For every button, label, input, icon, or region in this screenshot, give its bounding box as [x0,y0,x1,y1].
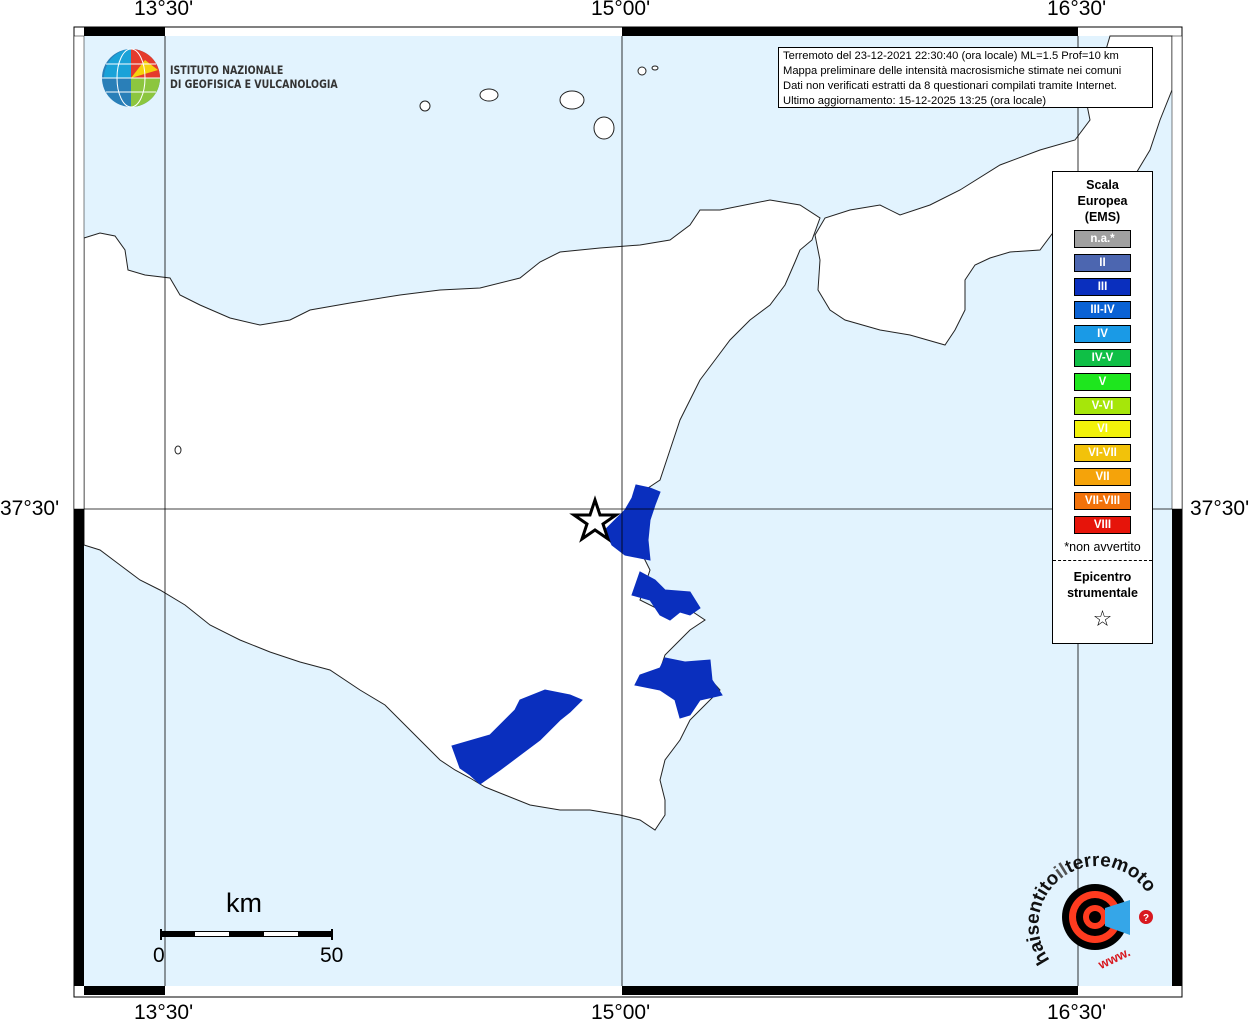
legend-swatch: VI-VII [1074,444,1131,463]
legend-title: Scala Europea (EMS) [1053,177,1152,225]
top-label-15-00: 15°00' [591,0,651,20]
ingv-logo-icon [102,48,160,108]
info-line-3: Dati non verificati estratti da 8 questi… [783,80,1117,92]
legend-swatch: n.a.* [1074,230,1131,248]
island-salina [479,88,499,102]
island-vulcano [593,116,615,140]
legend-swatch: III-IV [1074,301,1131,320]
legend-divider [1053,559,1152,561]
legend-swatch: VI [1074,420,1131,439]
left-label-37-30: 37°30' [0,497,60,520]
island-lipari [559,90,585,110]
ingv-line1: ISTITUTO NAZIONALE [170,63,284,77]
legend-items: n.a.* II III III-IV IV IV-V V V-VI VI VI-VII VII VI… [1053,230,1152,534]
legend-swatch: VII-VIII [1074,491,1131,510]
info-line-2: Mappa preliminare delle intensità macros… [783,65,1122,77]
legend-swatch: III [1074,277,1131,296]
legend-title-line1: Scala [1086,178,1119,192]
island-panarea [637,66,647,76]
legend-title-line2: Europea [1077,194,1128,208]
legend-swatch: V-VI [1074,396,1131,415]
bottom-label-13-30: 13°30' [134,1001,194,1024]
legend-swatch: V [1074,372,1131,391]
ems-legend: Scala Europea (EMS) n.a.* II III III-IV IV IV… [1052,171,1153,644]
legend-swatch: IV-V [1074,348,1131,367]
legend-star-icon: ☆ [1092,605,1113,631]
bottom-label-15-00: 15°00' [591,1001,651,1024]
legend-swatch: VIII [1074,515,1131,534]
legend-swatch: II [1074,253,1131,272]
legend-title-line3: (EMS) [1084,210,1121,224]
legend-swatch: VII [1074,467,1131,486]
lake [174,445,182,455]
svg-text:?: ? [1143,913,1149,924]
ingv-line2: DI GEOFISICA E VULCANOLOGIA [170,77,338,91]
info-line-1: Terremoto del 23-12-2021 22:30:40 (ora l… [783,50,1119,62]
legend-note: *non avvertito [1064,539,1141,554]
legend-swatch: IV [1074,325,1131,344]
bottom-label-16-30: 16°30' [1047,1001,1107,1024]
top-label-16-30: 16°30' [1047,0,1107,20]
island-basiluzzo [651,65,659,71]
scale-unit-label: km [226,888,262,918]
scale-start-label: 0 [153,944,165,967]
legend-epicenter-line1: Epicentro [1073,569,1132,584]
legend-epicenter-line2: strumentale [1067,585,1138,600]
scale-end-label: 50 [320,944,344,967]
island-filicudi [419,100,431,112]
top-label-13-30: 13°30' [134,0,194,20]
right-label-37-30: 37°30' [1190,497,1250,520]
legend-epicenter-title: Epicentro strumentale [1053,569,1152,601]
info-line-4: Ultimo aggiornamento: 15-12-2025 13:25 (… [783,95,1047,107]
ingv-logo-text: ISTITUTO NAZIONALE DI GEOFISICA E VULCAN… [170,63,338,91]
event-info-box: Terremoto del 23-12-2021 22:30:40 (ora l… [778,47,1153,108]
